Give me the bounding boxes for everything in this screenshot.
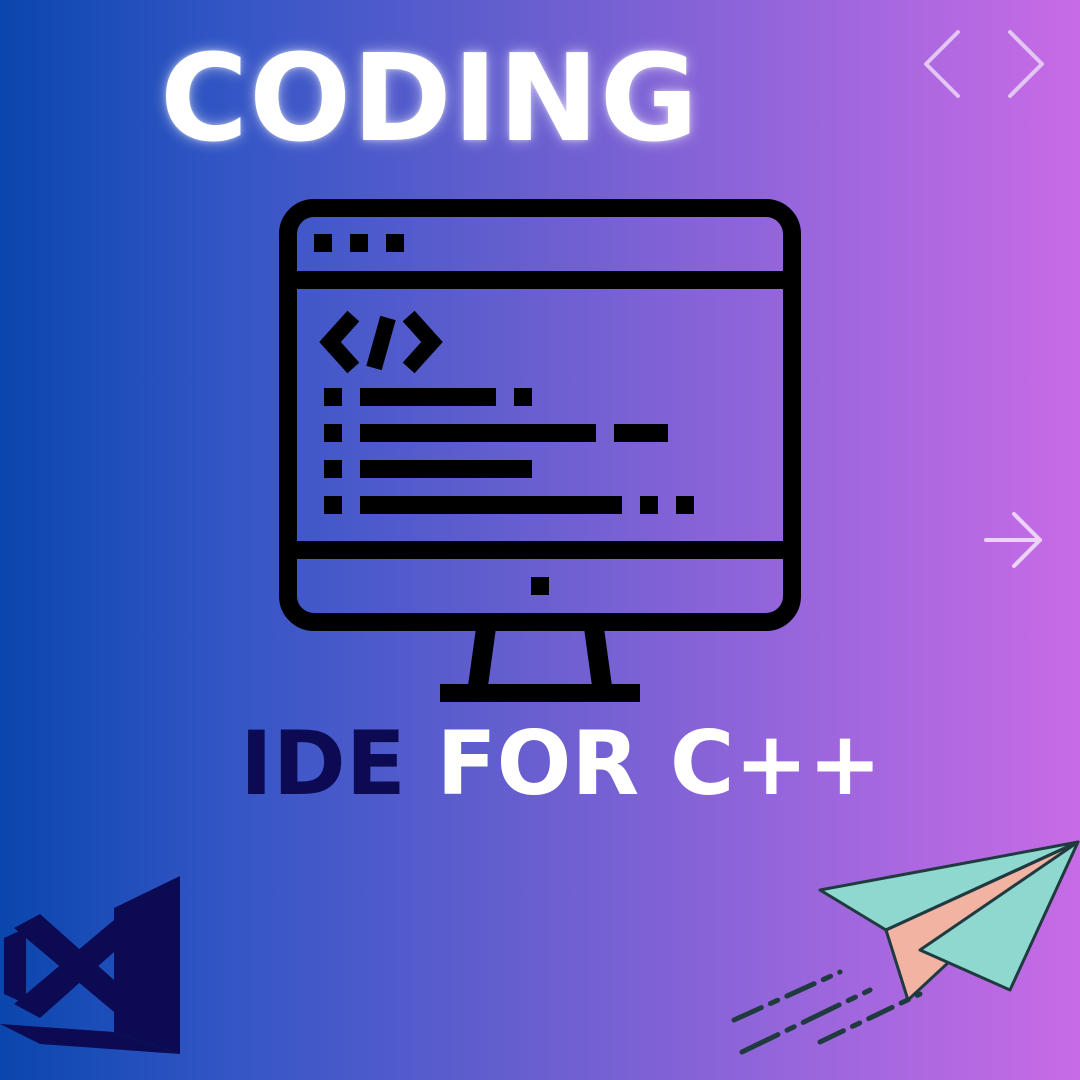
code-brackets-icon — [924, 30, 1044, 98]
paper-plane-icon — [731, 840, 1080, 1055]
page-title: CODING — [160, 30, 700, 169]
visual-studio-logo-icon — [0, 876, 180, 1054]
subtitle-ide: IDE — [240, 712, 406, 815]
subtitle: IDE FOR C++ — [240, 720, 882, 808]
subtitle-for-cpp: FOR C++ — [405, 712, 882, 815]
poster: CODING IDE FOR C++ — [0, 0, 1080, 1080]
arrow-right-icon — [984, 512, 1042, 568]
monitor-code-icon — [279, 199, 801, 702]
